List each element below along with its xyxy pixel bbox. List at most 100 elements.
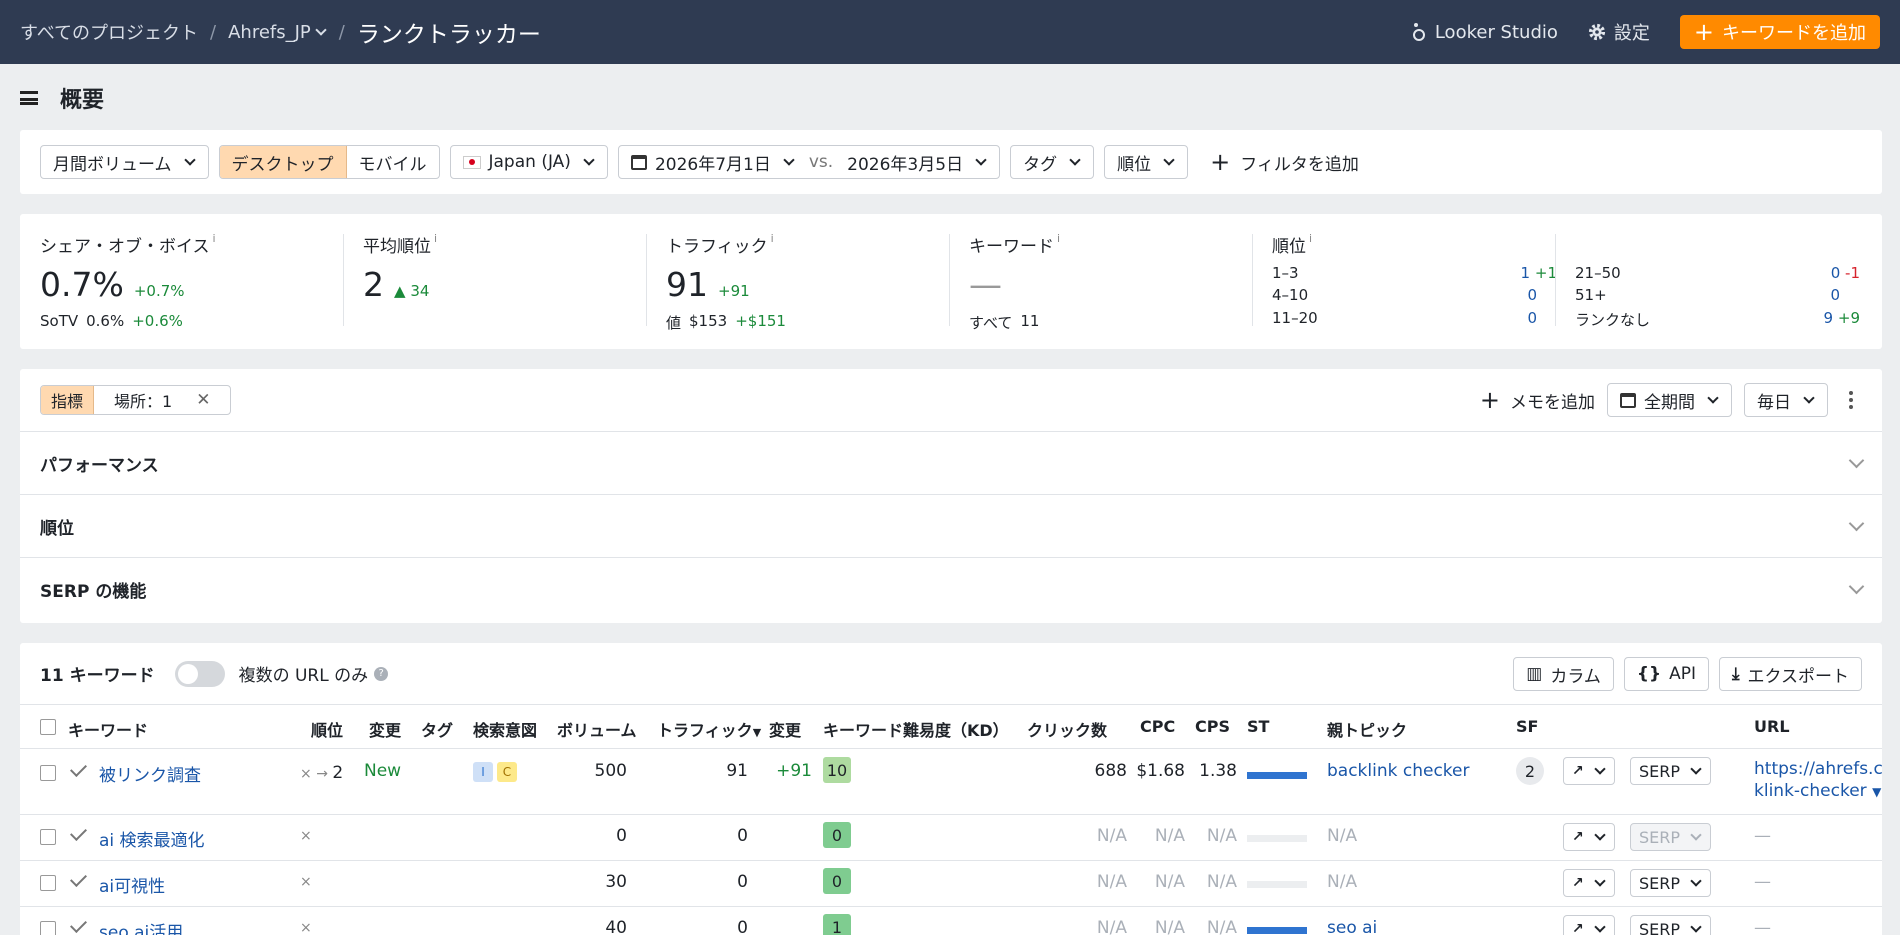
- country-dropdown[interactable]: Japan (JA): [449, 145, 608, 179]
- period-dropdown[interactable]: 全期間: [1607, 383, 1732, 417]
- rank-value[interactable]: 0: [1527, 286, 1537, 304]
- row-checkbox[interactable]: [40, 875, 56, 891]
- serp-dropdown[interactable]: SERP: [1630, 869, 1712, 897]
- more-options-icon[interactable]: [1840, 391, 1862, 409]
- performance-panel[interactable]: パフォーマンス: [20, 432, 1882, 495]
- traffic-value: 0: [737, 872, 748, 892]
- keyword-link[interactable]: seo ai活用: [99, 918, 183, 935]
- keyword-link[interactable]: ai可視性: [99, 872, 165, 897]
- tags-dropdown[interactable]: タグ: [1010, 145, 1095, 179]
- volume-value: 40: [605, 918, 627, 935]
- add-keyword-button[interactable]: + キーワードを追加: [1679, 15, 1880, 49]
- close-icon[interactable]: ✕: [186, 390, 220, 410]
- row-checkbox[interactable]: [40, 829, 56, 845]
- charts-section: 指標 場所：1 ✕ + メモを追加 全期間 毎日 パフォーマンス 順位 SERP の…: [20, 369, 1882, 623]
- header-url[interactable]: URL: [1754, 717, 1790, 736]
- url-link[interactable]: https://ahrefs.com/ba: [1754, 759, 1882, 779]
- trend-dropdown[interactable]: ↗: [1563, 823, 1615, 851]
- rank-value[interactable]: 0: [1527, 309, 1537, 327]
- crumb-all-projects[interactable]: すべてのプロジェクト: [20, 19, 198, 45]
- keyword-link[interactable]: 被リンク調査: [99, 761, 201, 786]
- location-chip-label: 場所：1: [114, 392, 173, 411]
- help-icon[interactable]: ?: [374, 666, 389, 681]
- header-intent[interactable]: 検索意図: [473, 717, 537, 741]
- desktop-tab[interactable]: デスクトップ: [219, 146, 347, 178]
- rank-value[interactable]: 1: [1521, 264, 1531, 282]
- row-checkbox[interactable]: [40, 765, 56, 781]
- traffic-delta: +91: [718, 282, 750, 300]
- crumb-project[interactable]: Ahrefs_JP: [228, 22, 327, 43]
- header-volume[interactable]: ボリューム: [557, 717, 637, 741]
- trend-dropdown[interactable]: ↗: [1563, 915, 1615, 935]
- add-memo-button[interactable]: + メモを追加: [1480, 388, 1595, 413]
- positions-panel[interactable]: 順位: [20, 495, 1882, 558]
- info-icon[interactable]: i: [1309, 232, 1312, 257]
- add-filter-button[interactable]: + フィルタを追加: [1210, 150, 1359, 175]
- header-clicks[interactable]: クリック数: [1027, 717, 1107, 741]
- settings-link[interactable]: 設定: [1588, 19, 1650, 45]
- sov-value: 0.7%: [40, 265, 124, 304]
- rank-row-unranked: ランクなし 9 +9: [1575, 309, 1860, 330]
- hamburger-menu-icon[interactable]: [20, 91, 38, 105]
- table-row: ai可視性 × 30 0 0 N/A N/A N/A N/A ↗ SERP —: [20, 861, 1882, 907]
- trend-dropdown[interactable]: ↗: [1563, 757, 1615, 785]
- serp-dropdown[interactable]: SERP: [1630, 757, 1712, 785]
- header-parent-topic[interactable]: 親トピック: [1327, 717, 1407, 741]
- header-st[interactable]: ST: [1247, 717, 1269, 736]
- intent-cell: IC: [473, 761, 521, 782]
- country-label: Japan (JA): [488, 152, 571, 172]
- serp-dropdown[interactable]: SERP: [1630, 915, 1712, 935]
- filter-bar: 月間ボリューム デスクトップ モバイル Japan (JA) 2026年7月1日…: [20, 130, 1882, 194]
- st-bar: [1247, 881, 1307, 888]
- rank-delta: +9: [1837, 309, 1860, 327]
- header-change[interactable]: 変更: [369, 717, 401, 741]
- header-keyword[interactable]: キーワード: [68, 717, 148, 741]
- avg-position-delta: ▲ 34: [394, 282, 429, 300]
- parent-topic-link[interactable]: backlink checker: [1327, 761, 1469, 781]
- serp-features-panel[interactable]: SERP の機能: [20, 558, 1882, 621]
- info-icon[interactable]: i: [434, 232, 437, 257]
- chevron-down-icon: [1594, 763, 1606, 775]
- header-kd[interactable]: キーワード難易度（KD）: [823, 717, 1009, 741]
- calendar-icon: [1620, 392, 1636, 408]
- kd-cell: 10: [823, 757, 851, 783]
- header-traffic-change[interactable]: 変更: [769, 717, 801, 741]
- api-button[interactable]: {} API: [1623, 657, 1709, 691]
- chevron-down-icon: [1690, 875, 1702, 887]
- date-to: 2026年3月5日: [847, 154, 964, 175]
- header-cpc[interactable]: CPC: [1140, 717, 1175, 736]
- export-button[interactable]: ⤓ エクスポート: [1718, 657, 1862, 691]
- mobile-tab[interactable]: モバイル: [347, 146, 439, 178]
- date-range-dropdown[interactable]: 2026年7月1日 vs. 2026年3月5日: [617, 145, 1001, 179]
- cps-value: N/A: [1206, 918, 1237, 935]
- header-traffic[interactable]: トラフィック▼: [657, 717, 761, 741]
- header-position[interactable]: 順位: [311, 717, 343, 741]
- header-cps[interactable]: CPS: [1195, 717, 1230, 736]
- header-sf[interactable]: SF: [1516, 717, 1538, 736]
- volume-dropdown[interactable]: 月間ボリューム: [40, 145, 209, 179]
- url-link-line2[interactable]: klink-checker ▼: [1754, 781, 1881, 801]
- row-checkbox[interactable]: [40, 921, 56, 935]
- trend-line-icon: ↗: [1572, 875, 1584, 891]
- select-all-checkbox[interactable]: [40, 719, 56, 735]
- cps-value: 1.38: [1199, 761, 1237, 781]
- position-dropdown[interactable]: 順位: [1104, 145, 1189, 179]
- interval-dropdown[interactable]: 毎日: [1744, 383, 1828, 417]
- keyword-link[interactable]: ai 検索最適化: [99, 826, 205, 851]
- info-icon[interactable]: i: [771, 232, 774, 257]
- info-icon[interactable]: i: [213, 232, 216, 257]
- panel-title: パフォーマンス: [40, 455, 159, 476]
- looker-studio-link[interactable]: Looker Studio: [1411, 22, 1558, 43]
- header-tag[interactable]: タグ: [421, 717, 453, 741]
- location-chip[interactable]: 場所：1 ✕: [94, 386, 230, 414]
- sf-count[interactable]: 2: [1516, 757, 1544, 785]
- metrics-chip-label[interactable]: 指標: [41, 386, 95, 414]
- columns-button[interactable]: ▥ カラム: [1513, 657, 1614, 691]
- rank-value[interactable]: 0: [1830, 286, 1840, 304]
- multi-url-toggle[interactable]: [174, 660, 225, 687]
- trend-dropdown[interactable]: ↗: [1563, 869, 1615, 897]
- rank-value[interactable]: 0: [1831, 264, 1841, 282]
- rank-value[interactable]: 9: [1824, 309, 1834, 327]
- parent-topic-link[interactable]: seo ai: [1327, 918, 1377, 935]
- info-icon[interactable]: i: [1057, 232, 1060, 257]
